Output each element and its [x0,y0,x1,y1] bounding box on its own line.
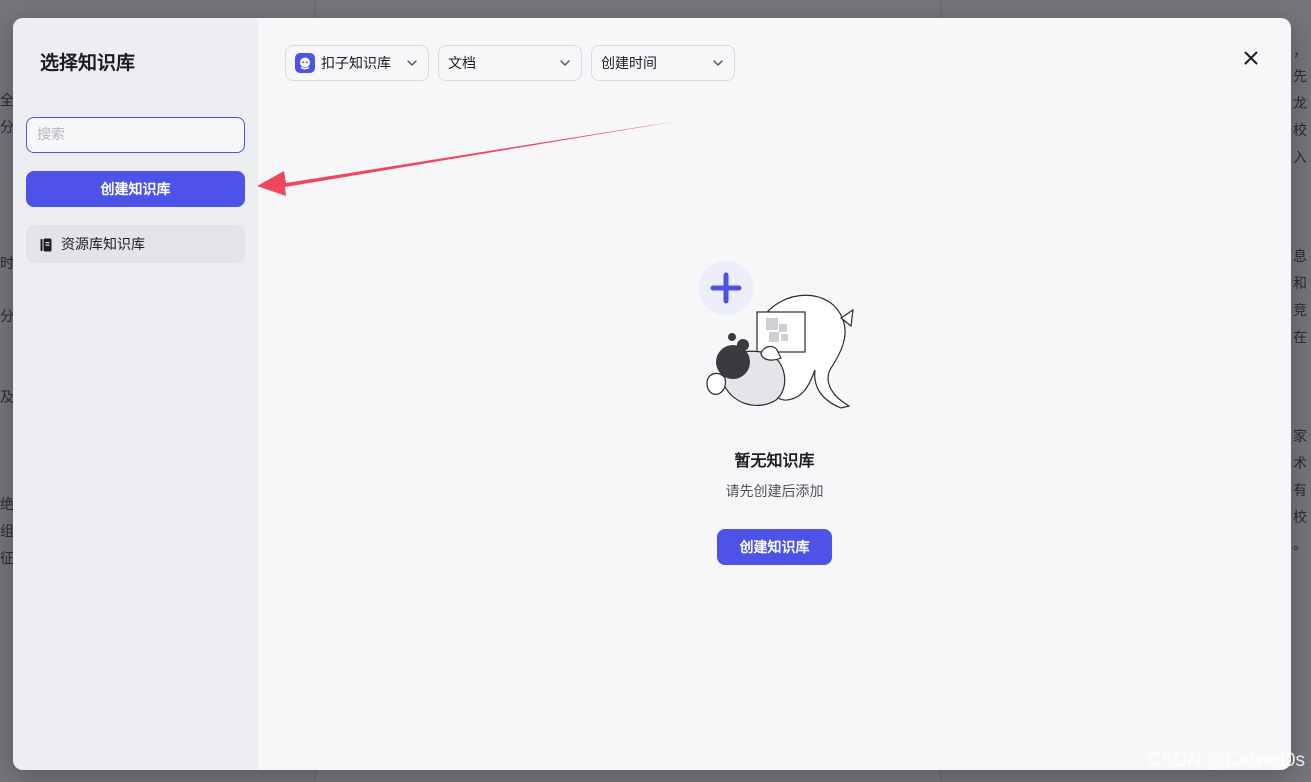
background-text: 有 [1293,483,1307,499]
filter-bar: 扣子知识库 文档 创建时间 [285,45,735,81]
close-icon [1244,51,1258,65]
background-text: 入 [1293,150,1307,166]
create-knowledge-base-button[interactable]: 创建知识库 [26,171,245,207]
background-text: 息 [1293,249,1307,265]
sort-dropdown-label: 创建时间 [601,56,657,72]
background-text: 在 [1293,330,1307,346]
background-text: 家 [1293,429,1307,445]
sidebar-item-label: 资源库知识库 [61,237,145,253]
empty-state-title: 暂无知识库 [734,451,815,470]
background-text: 校 [1293,123,1307,139]
background-text: 全 [0,93,14,109]
coze-logo-icon [295,53,315,73]
background-text: 和 [1293,276,1307,292]
background-text: ， [1293,44,1307,60]
type-dropdown[interactable]: 文档 [438,45,582,81]
background-text: 。 [1293,537,1307,553]
background-text: 先 [1293,69,1307,85]
sidebar-item-resource-library[interactable]: 资源库知识库 [26,225,245,263]
background-text: 征 [0,551,14,567]
chevron-down-icon [713,60,723,66]
watermark: CSDN @Calvad0s [1147,750,1305,771]
background-text: 竞 [1293,303,1307,319]
background-text: 及 [0,390,14,406]
type-dropdown-label: 文档 [448,56,476,72]
select-knowledge-base-modal: 选择知识库 创建知识库 资源库知识库 [13,18,1291,770]
book-icon [40,237,52,252]
background-text: 龙 [1293,96,1307,112]
empty-state-illustration [699,261,854,409]
empty-state-create-button[interactable]: 创建知识库 [717,529,832,565]
background-text: 分 [0,120,14,136]
chevron-down-icon [560,60,570,66]
close-button[interactable] [1241,48,1261,68]
background-text: 校 [1293,510,1307,526]
background-text: 术 [1293,456,1307,472]
empty-state-subtitle: 请先创建后添加 [725,484,824,500]
sort-dropdown[interactable]: 创建时间 [591,45,735,81]
source-dropdown[interactable]: 扣子知识库 [285,45,429,81]
sidebar: 选择知识库 创建知识库 资源库知识库 [13,18,258,770]
background-text: 组 [0,524,14,540]
background-text: 时 [0,256,14,272]
background-text: 绝 [0,497,14,513]
modal-title: 选择知识库 [40,52,136,74]
chevron-down-icon [407,60,417,66]
search-input[interactable] [26,117,245,153]
background-text: 分 [0,309,14,325]
source-dropdown-label: 扣子知识库 [321,56,391,72]
